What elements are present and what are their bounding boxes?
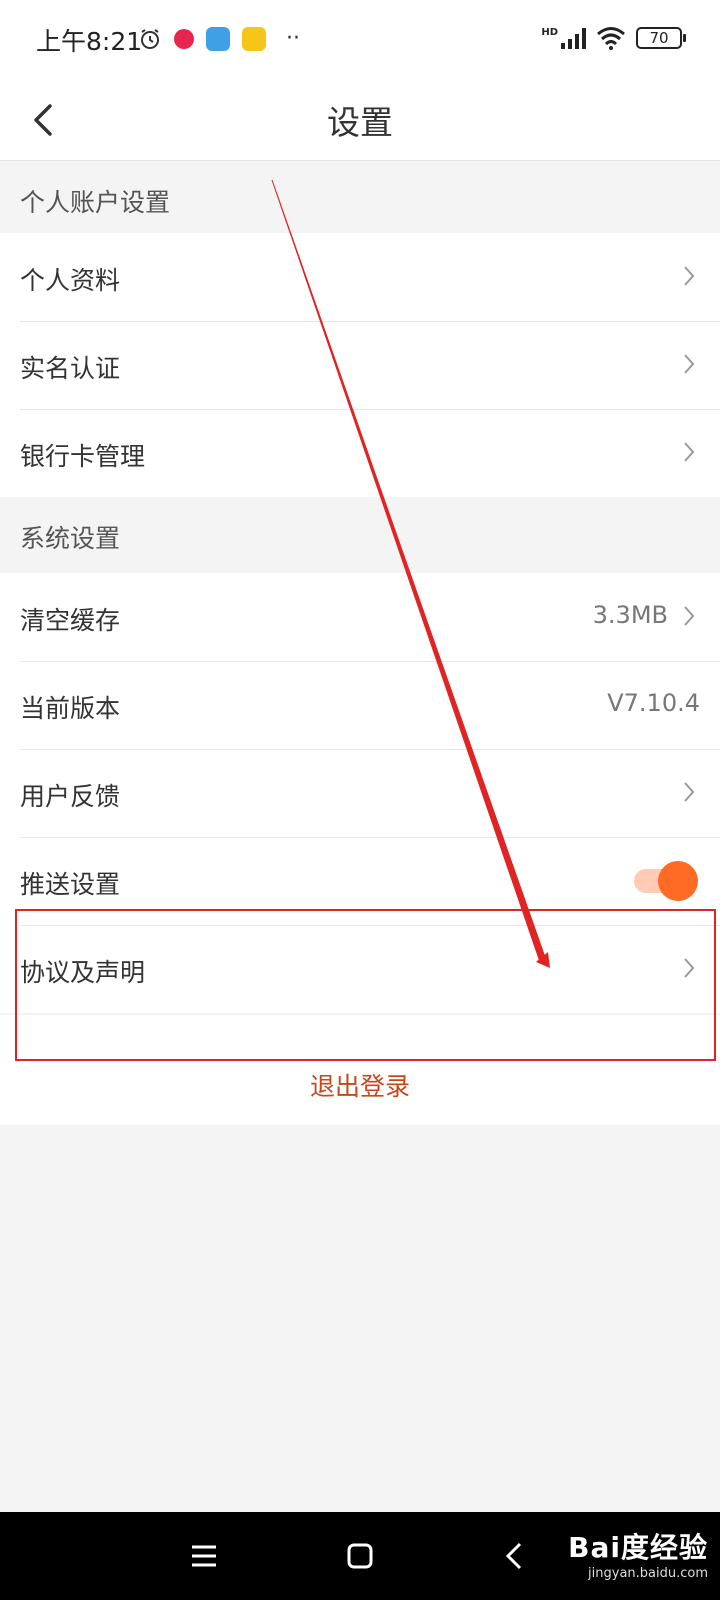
settings-item-feedback[interactable]: 用户反馈 — [0, 749, 720, 837]
chevron-right-icon — [684, 782, 695, 802]
watermark-brand: Bai度经验 — [568, 1531, 708, 1564]
back-nav-icon[interactable] — [496, 1536, 536, 1576]
status-time: 上午8:21 — [36, 27, 143, 56]
settings-item-real-name-auth[interactable]: 实名认证 — [0, 321, 720, 409]
system-nav-bar: Bai度经验 jingyan.baidu.com — [0, 1512, 720, 1600]
battery-indicator: 70 — [636, 27, 686, 49]
status-notification-icons: ·· — [138, 26, 300, 51]
chevron-right-icon — [684, 442, 695, 462]
push-toggle[interactable] — [632, 861, 698, 901]
logout-button[interactable]: 退出登录 — [0, 1067, 720, 1103]
status-system-icons: HD 70 — [541, 26, 686, 50]
hd-label: HD — [541, 26, 558, 38]
section-header-account: 个人账户设置 — [0, 161, 720, 233]
section-title: 系统设置 — [20, 524, 121, 553]
alarm-icon — [141, 28, 159, 49]
settings-item-label: 银行卡管理 — [20, 442, 146, 471]
settings-item-version: 当前版本 V7.10.4 — [0, 661, 720, 749]
settings-item-label: 当前版本 — [20, 694, 121, 723]
battery-level: 70 — [649, 29, 669, 47]
settings-item-label: 用户反馈 — [20, 782, 121, 811]
cache-size-value: 3.3MB — [592, 601, 668, 629]
toggle-knob — [658, 861, 698, 901]
status-bar: 上午8:21 ·· HD 70 — [0, 0, 720, 80]
menu-icon[interactable] — [184, 1536, 224, 1576]
settings-item-label: 实名认证 — [20, 354, 121, 383]
home-icon[interactable] — [340, 1536, 380, 1576]
app-header: 设置 — [0, 80, 720, 161]
page-title: 设置 — [327, 103, 393, 142]
settings-item-label: 清空缓存 — [20, 606, 121, 635]
settings-item-clear-cache[interactable]: 清空缓存 3.3MB — [0, 573, 720, 661]
chevron-right-icon — [684, 354, 695, 374]
signal-icon — [561, 28, 586, 49]
chevron-right-icon — [684, 606, 695, 626]
settings-item-label: 推送设置 — [20, 870, 121, 899]
watermark-url: jingyan.baidu.com — [588, 1566, 708, 1581]
settings-item-label: 个人资料 — [20, 266, 121, 295]
video-app-icon — [174, 28, 194, 49]
annotation-highlight-box — [15, 909, 716, 1061]
chevron-right-icon — [684, 266, 695, 286]
section-header-system: 系统设置 — [0, 497, 720, 569]
more-dots-icon: ·· — [286, 26, 300, 51]
account-settings-group: 个人资料 实名认证 银行卡管理 — [0, 233, 720, 497]
section-title: 个人账户设置 — [20, 188, 171, 217]
paper-plane-app-icon — [206, 26, 230, 51]
settings-item-profile[interactable]: 个人资料 — [0, 233, 720, 321]
wifi-icon — [597, 27, 625, 50]
settings-item-bank-card[interactable]: 银行卡管理 — [0, 409, 720, 497]
version-value: V7.10.4 — [607, 689, 700, 717]
weibo-app-icon — [242, 26, 266, 51]
baidu-jingyan-watermark: Bai度经验 jingyan.baidu.com — [568, 1526, 708, 1581]
